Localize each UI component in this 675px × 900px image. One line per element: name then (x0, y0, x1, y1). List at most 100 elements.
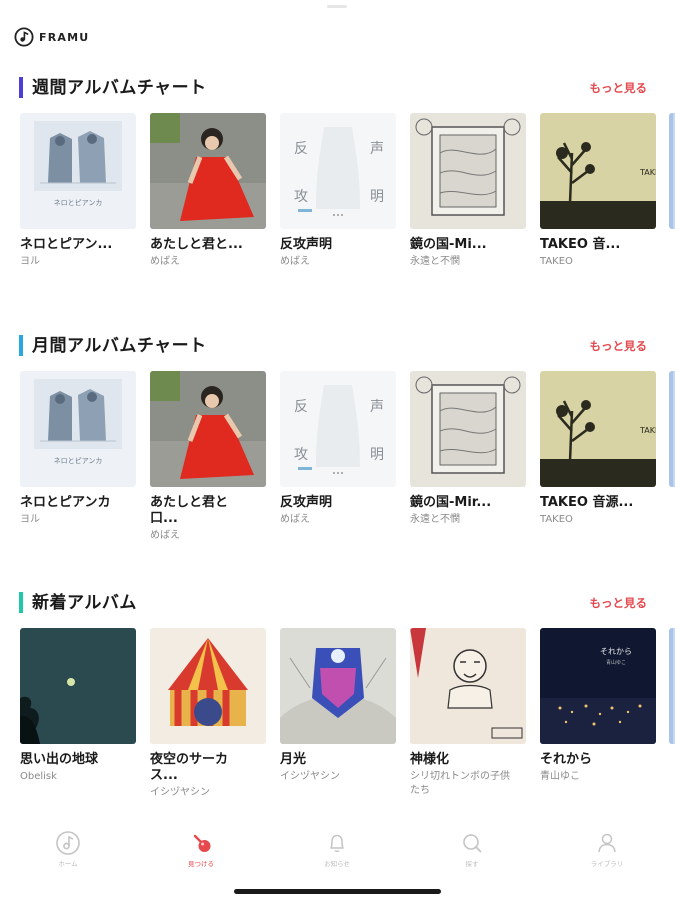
svg-text:明: 明 (370, 189, 384, 205)
tab-notifications[interactable]: お知らせ (297, 822, 377, 869)
album-card[interactable]: ネロとピアンカネロとピアン... ヨル (20, 113, 138, 269)
album-artist: ヨル (20, 256, 40, 267)
tab-label: 見つける (188, 860, 214, 868)
album-card[interactable]: 反 声 攻 明 反攻声明 めばえ (280, 113, 398, 269)
album-card[interactable] (669, 371, 675, 495)
album-row: ネロとピアンカ ネロとピアン... ヨル あたしと君と... めばえ 反 声 攻 明 … (0, 113, 675, 303)
svg-text:反: 反 (294, 399, 308, 415)
album-card[interactable]: 鏡の国-Mir... 永遠と不憫 (410, 371, 528, 527)
album-cover[interactable]: ネロとピアンカ (20, 371, 136, 487)
search-icon (463, 834, 482, 853)
album-title: あたしと君と... (150, 237, 243, 252)
album-card[interactable]: 月光 イシヅヤシン (280, 628, 398, 784)
tab-library[interactable]: ライブラリ (567, 822, 647, 869)
album-title: TAKEO 音... (540, 237, 621, 252)
svg-text:明: 明 (370, 447, 384, 463)
tab-discover[interactable]: 見つける (161, 822, 241, 869)
album-cover[interactable]: TAKE (540, 113, 656, 229)
album-cover[interactable]: TAKE (540, 371, 656, 487)
album-card[interactable]: 鏡の国-Mi... 永遠と不憫 (410, 113, 528, 269)
album-card[interactable]: 反 声 攻 明 反攻声明 めばえ (280, 371, 398, 527)
album-artist: TAKEO (540, 514, 573, 525)
album-card[interactable] (669, 628, 675, 752)
monthly-chart-section: 月間アルバムチャート もっと見る ネロとピアンカ ネロとピアンカ ヨル あたしと君と… (0, 333, 675, 541)
album-card[interactable]: ネロとピアンカ ネロとピアンカ ヨル (20, 371, 138, 527)
album-card[interactable]: あたしと君と... めばえ (150, 113, 268, 269)
album-card[interactable]: 思い出の地球 Obelisk (20, 628, 138, 784)
album-title: 反攻声明 (280, 237, 333, 252)
svg-text:TAKE: TAKE (639, 168, 656, 177)
album-title: それから (540, 752, 593, 767)
see-more-link[interactable]: もっと見る (590, 338, 648, 354)
music-note-icon (14, 27, 34, 47)
person-icon (598, 833, 616, 853)
section-accent-bar (19, 77, 23, 98)
album-title: 鏡の国-Mir... (410, 495, 492, 510)
album-card[interactable]: 夜空のサーカス... イシヅヤシン (150, 628, 268, 800)
app-brand: FRAMU (39, 30, 90, 44)
album-title: TAKEO 音源... (540, 495, 634, 510)
album-cover[interactable] (150, 371, 266, 487)
album-card[interactable]: TAKE TAKEO 音源... TAKEO (540, 371, 658, 527)
album-title: 思い出の地球 (20, 752, 99, 767)
svg-text:声: 声 (370, 399, 384, 415)
svg-text:攻: 攻 (294, 447, 308, 463)
album-row: 思い出の地球 Obelisk 夜空のサーカス... イシヅヤシン 月光 イシヅヤシン … (0, 628, 675, 818)
album-artist: ヨル (20, 514, 40, 525)
album-title: 鏡の国-Mi... (410, 237, 487, 252)
tab-search[interactable]: 探す (432, 822, 512, 869)
album-cover[interactable] (410, 113, 526, 229)
album-cover[interactable] (669, 371, 675, 487)
album-cover[interactable] (669, 628, 675, 744)
album-artist: TAKEO (540, 256, 573, 267)
album-card[interactable] (669, 113, 675, 237)
album-cover[interactable] (20, 628, 136, 744)
svg-text:それから: それから (600, 647, 632, 656)
album-cover[interactable]: ネロとピアンカ (20, 113, 136, 229)
album-cover[interactable] (150, 113, 266, 229)
music-note-icon (56, 831, 80, 855)
album-artist: 永遠と不憫 (410, 256, 460, 267)
weekly-chart-section: 週間アルバムチャート もっと見る ネロとピアンカネロとピアン... ヨル あたしと… (0, 75, 675, 267)
svg-text:ネロとピアンカ: ネロとピアンカ (54, 199, 103, 207)
section-title: 月間アルバムチャート (32, 336, 207, 356)
album-title: あたしと君と口... (150, 495, 229, 526)
see-more-link[interactable]: もっと見る (590, 595, 648, 611)
top-grabber (327, 5, 347, 8)
album-card[interactable]: それから 青山ゆこ それから 青山ゆこ (540, 628, 658, 784)
tab-label: ホーム (58, 860, 78, 868)
svg-text:反: 反 (294, 141, 308, 157)
album-title: 月光 (280, 752, 307, 767)
album-artist: めばえ (280, 256, 310, 267)
album-artist: イシヅヤシン (280, 771, 340, 782)
tab-home[interactable]: ホーム (28, 822, 108, 869)
album-cover[interactable] (410, 371, 526, 487)
album-cover[interactable] (150, 628, 266, 744)
tab-label: 探す (465, 860, 479, 868)
album-card[interactable]: あたしと君と口... めばえ (150, 371, 268, 543)
svg-text:攻: 攻 (294, 189, 308, 205)
album-cover[interactable] (280, 628, 396, 744)
section-accent-bar (19, 592, 23, 613)
section-title: 週間アルバムチャート (32, 78, 207, 98)
album-artist: めばえ (150, 256, 180, 267)
new-albums-section: 新着アルバム もっと見る 思い出の地球 Obelisk 夜空のサーカス... イシヅ… (0, 590, 675, 798)
app-logo[interactable]: FRAMU (14, 27, 89, 47)
album-cover[interactable]: 反 声 攻 明 (280, 371, 396, 487)
tab-label: ライブラリ (590, 860, 624, 868)
see-more-link[interactable]: もっと見る (590, 80, 648, 96)
album-card[interactable]: 神様化 シリ切れトンボの子供たち (410, 628, 528, 798)
album-artist: めばえ (150, 530, 180, 541)
tab-label: お知らせ (324, 860, 350, 868)
album-cover[interactable] (669, 113, 675, 229)
album-title: ネロとピアン... (20, 237, 113, 252)
album-cover[interactable]: それから 青山ゆこ (540, 628, 656, 744)
svg-text:青山ゆこ: 青山ゆこ (606, 659, 626, 666)
album-row: ネロとピアンカ ネロとピアンカ ヨル あたしと君と口... めばえ 反 声 攻 明 反… (0, 371, 675, 561)
album-cover[interactable] (410, 628, 526, 744)
album-card[interactable]: TAKE TAKEO 音... TAKEO (540, 113, 658, 269)
svg-text:声: 声 (370, 141, 384, 157)
album-title: 反攻声明 (280, 495, 333, 510)
album-title: 夜空のサーカス... (150, 752, 229, 783)
album-cover[interactable]: 反 声 攻 明 (280, 113, 396, 229)
